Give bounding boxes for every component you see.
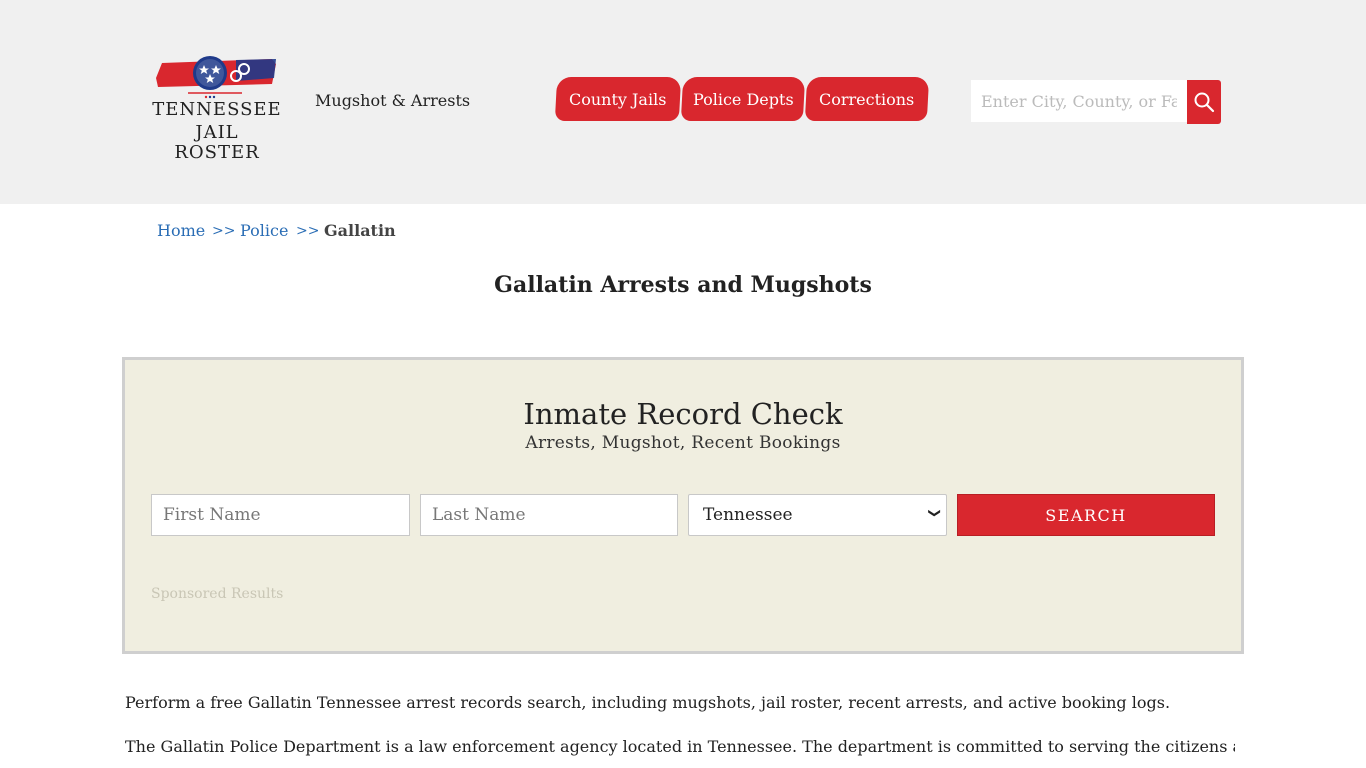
nav-police-depts[interactable]: Police Depts (680, 77, 806, 121)
sponsored-results-label: Sponsored Results (151, 586, 284, 602)
record-search-button[interactable]: SEARCH (957, 494, 1215, 536)
location-search-button[interactable] (1187, 80, 1221, 124)
last-name-input[interactable] (420, 494, 678, 536)
breadcrumb-separator: >> (296, 223, 320, 239)
site-header: TENNESSEE JAIL ROSTER Mugshot & Arrests … (0, 0, 1366, 204)
site-tagline: Mugshot & Arrests (315, 91, 471, 110)
tennessee-state-logo-icon (156, 56, 276, 99)
inmate-record-check-panel: Inmate Record Check Arrests, Mugshot, Re… (122, 357, 1244, 654)
breadcrumb-separator: >> (212, 223, 236, 239)
record-search-button-label: SEARCH (1045, 505, 1127, 525)
record-check-subtitle: Arrests, Mugshot, Recent Bookings (525, 433, 841, 453)
nav-corrections[interactable]: Corrections (804, 77, 930, 121)
location-search-input[interactable] (971, 80, 1187, 122)
logo-text-line1: TENNESSEE (152, 99, 282, 120)
page-title: Gallatin Arrests and Mugshots (494, 272, 872, 298)
state-select-value: Tennessee (703, 505, 793, 525)
description-paragraph: The Gallatin Police Department is a law … (125, 737, 1235, 756)
logo-text-line2: JAIL ROSTER (174, 122, 260, 163)
nav-police-depts-label: Police Depts (692, 89, 794, 109)
breadcrumb-home[interactable]: Home (157, 221, 205, 240)
chevron-down-icon: ❯ (927, 507, 942, 519)
nav-corrections-label: Corrections (819, 89, 915, 109)
nav-county-jails[interactable]: County Jails (554, 77, 682, 121)
state-select[interactable]: Tennessee ❯ (688, 494, 947, 536)
nav-county-jails-label: County Jails (569, 89, 667, 109)
search-icon (1194, 92, 1215, 113)
first-name-input[interactable] (151, 494, 410, 536)
record-check-title: Inmate Record Check (523, 397, 843, 431)
breadcrumb-current: Gallatin (324, 221, 396, 240)
intro-paragraph: Perform a free Gallatin Tennessee arrest… (125, 693, 1171, 712)
site-logo[interactable]: TENNESSEE JAIL ROSTER (152, 56, 282, 163)
breadcrumb-police[interactable]: Police (240, 221, 288, 240)
